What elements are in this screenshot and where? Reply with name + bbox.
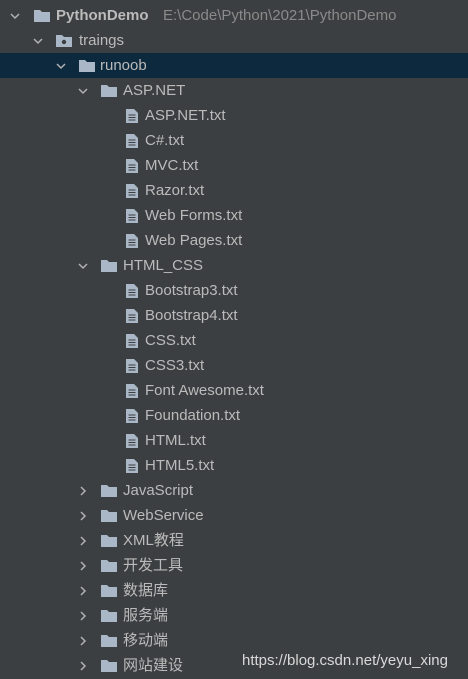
text-file-icon <box>125 178 145 203</box>
text-file-icon <box>125 403 145 428</box>
tree-file-item[interactable]: CSS3.txt <box>0 353 468 378</box>
chevron-right-icon[interactable] <box>76 578 90 603</box>
folder-icon <box>78 53 98 78</box>
text-file-icon <box>125 153 145 178</box>
tree-node-collapsed-folder[interactable]: 开发工具 <box>0 553 468 578</box>
text-file-icon <box>125 203 145 228</box>
file-label: MVC.txt <box>145 157 199 174</box>
tree-file-item[interactable]: Web Forms.txt <box>0 203 468 228</box>
folder-label: 服务端 <box>123 607 169 624</box>
tree-file-item[interactable]: CSS.txt <box>0 328 468 353</box>
tree-file-item[interactable]: C#.txt <box>0 128 468 153</box>
text-file-icon <box>125 453 145 478</box>
chevron-right-icon[interactable] <box>76 628 90 653</box>
folder-icon <box>100 503 120 528</box>
text-file-icon <box>125 303 145 328</box>
folder-label: 网站建设 <box>123 657 184 674</box>
file-label: HTML5.txt <box>145 457 215 474</box>
file-label: HTML.txt <box>145 432 206 449</box>
chevron-down-icon[interactable] <box>8 3 22 28</box>
chevron-down-icon[interactable] <box>31 28 45 53</box>
folder-icon <box>100 603 120 628</box>
chevron-right-icon[interactable] <box>76 553 90 578</box>
folder-label: traings <box>79 32 125 49</box>
chevron-right-icon[interactable] <box>76 528 90 553</box>
project-path: E:\Code\Python\2021\PythonDemo <box>163 7 397 24</box>
text-file-icon <box>125 228 145 253</box>
tree-node-collapsed-folder[interactable]: JavaScript <box>0 478 468 503</box>
tree-node-project-root[interactable]: PythonDemo E:\Code\Python\2021\PythonDem… <box>0 3 468 28</box>
tree-file-item[interactable]: Foundation.txt <box>0 403 468 428</box>
project-tree: PythonDemo E:\Code\Python\2021\PythonDem… <box>0 0 468 679</box>
tree-file-item[interactable]: Bootstrap4.txt <box>0 303 468 328</box>
file-label: Foundation.txt <box>145 407 241 424</box>
folder-icon <box>100 253 120 278</box>
tree-file-item[interactable]: HTML5.txt <box>0 453 468 478</box>
tree-node-runoob[interactable]: runoob <box>0 53 468 78</box>
folder-icon <box>100 578 120 603</box>
chevron-right-icon[interactable] <box>76 503 90 528</box>
tree-file-item[interactable]: Razor.txt <box>0 178 468 203</box>
tree-node-traings[interactable]: traings <box>0 28 468 53</box>
file-label: C#.txt <box>145 132 185 149</box>
tree-file-item[interactable]: HTML.txt <box>0 428 468 453</box>
package-folder-icon <box>55 28 75 53</box>
tree-file-item[interactable]: Bootstrap3.txt <box>0 278 468 303</box>
watermark-text: https://blog.csdn.net/yeyu_xing <box>242 652 448 669</box>
tree-file-item[interactable]: MVC.txt <box>0 153 468 178</box>
folder-label: HTML_CSS <box>123 257 204 274</box>
folder-icon <box>100 78 120 103</box>
folder-label: JavaScript <box>123 482 194 499</box>
file-label: Bootstrap3.txt <box>145 282 238 299</box>
chevron-right-icon[interactable] <box>76 478 90 503</box>
tree-file-item[interactable]: ASP.NET.txt <box>0 103 468 128</box>
chevron-right-icon[interactable] <box>76 603 90 628</box>
tree-node-collapsed-folder[interactable]: WebService <box>0 503 468 528</box>
tree-node-collapsed-folder[interactable]: XML教程 <box>0 528 468 553</box>
file-label: ASP.NET.txt <box>145 107 226 124</box>
file-label: CSS3.txt <box>145 357 205 374</box>
folder-label: 开发工具 <box>123 557 184 574</box>
folder-icon <box>100 528 120 553</box>
file-label: Bootstrap4.txt <box>145 307 238 324</box>
folder-label: runoob <box>100 57 147 74</box>
tree-node-collapsed-folder[interactable]: 服务端 <box>0 603 468 628</box>
folder-label: ASP.NET <box>123 82 186 99</box>
file-label: Web Forms.txt <box>145 207 243 224</box>
text-file-icon <box>125 278 145 303</box>
folder-label: 移动端 <box>123 632 169 649</box>
tree-node-aspnet[interactable]: ASP.NET <box>0 78 468 103</box>
folder-icon <box>100 628 120 653</box>
text-file-icon <box>125 353 145 378</box>
file-label: Razor.txt <box>145 182 205 199</box>
text-file-icon <box>125 428 145 453</box>
chevron-down-icon[interactable] <box>76 78 90 103</box>
folder-label: WebService <box>123 507 204 524</box>
text-file-icon <box>125 328 145 353</box>
chevron-right-icon[interactable] <box>76 653 90 678</box>
tree-file-item[interactable]: Web Pages.txt <box>0 228 468 253</box>
file-label: Font Awesome.txt <box>145 382 264 399</box>
folder-icon <box>100 653 120 678</box>
text-file-icon <box>125 378 145 403</box>
project-name: PythonDemo <box>56 7 149 24</box>
folder-icon <box>100 478 120 503</box>
text-file-icon <box>125 128 145 153</box>
chevron-down-icon[interactable] <box>54 53 68 78</box>
folder-icon <box>100 553 120 578</box>
tree-node-collapsed-folder[interactable]: 数据库 <box>0 578 468 603</box>
text-file-icon <box>125 103 145 128</box>
folder-icon <box>33 3 53 28</box>
file-label: Web Pages.txt <box>145 232 243 249</box>
file-label: CSS.txt <box>145 332 196 349</box>
folder-label: XML教程 <box>123 532 184 549</box>
folder-label: 数据库 <box>123 582 169 599</box>
chevron-down-icon[interactable] <box>76 253 90 278</box>
tree-file-item[interactable]: Font Awesome.txt <box>0 378 468 403</box>
tree-node-html-css[interactable]: HTML_CSS <box>0 253 468 278</box>
